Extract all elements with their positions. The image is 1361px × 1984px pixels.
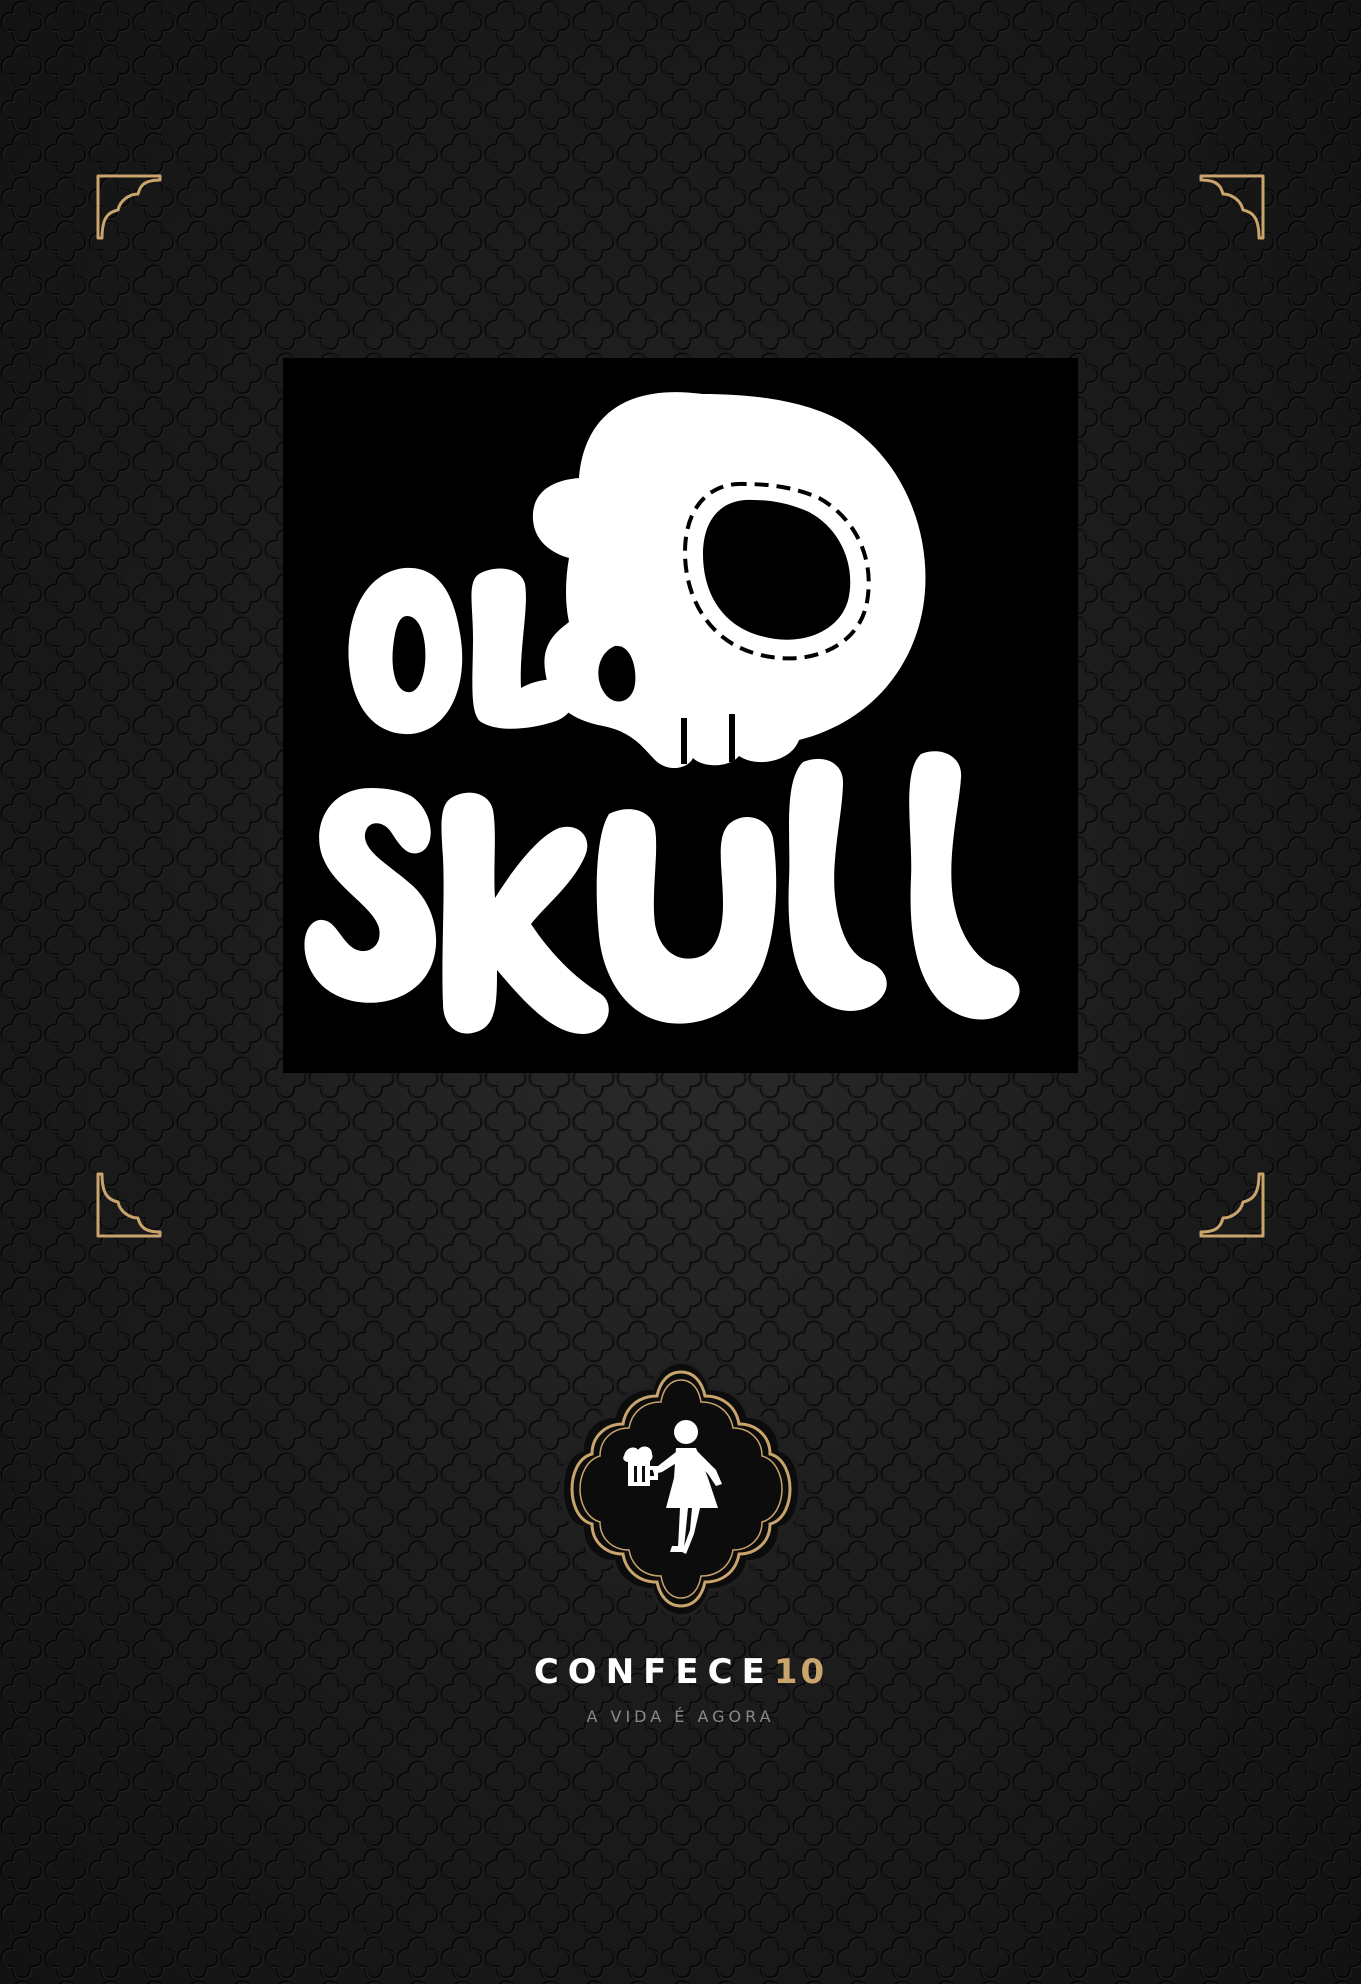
corner-ornament-icon [96, 174, 162, 240]
brand-name: CONFECE10 [0, 1652, 1361, 1692]
menu-cover: CONFECE10 A VIDA É AGORA [0, 0, 1361, 1984]
brand-tagline: A VIDA É AGORA [586, 1707, 775, 1726]
brand-number: 10 [773, 1652, 828, 1692]
corner-ornament-icon [96, 1172, 162, 1238]
old-skull-logo [283, 358, 1078, 1073]
corner-ornament-icon [1199, 174, 1265, 240]
corner-ornament-icon [1199, 1172, 1265, 1238]
brand-name-text: CONFECE [533, 1652, 774, 1692]
woman-with-beer-icon [559, 1359, 803, 1619]
